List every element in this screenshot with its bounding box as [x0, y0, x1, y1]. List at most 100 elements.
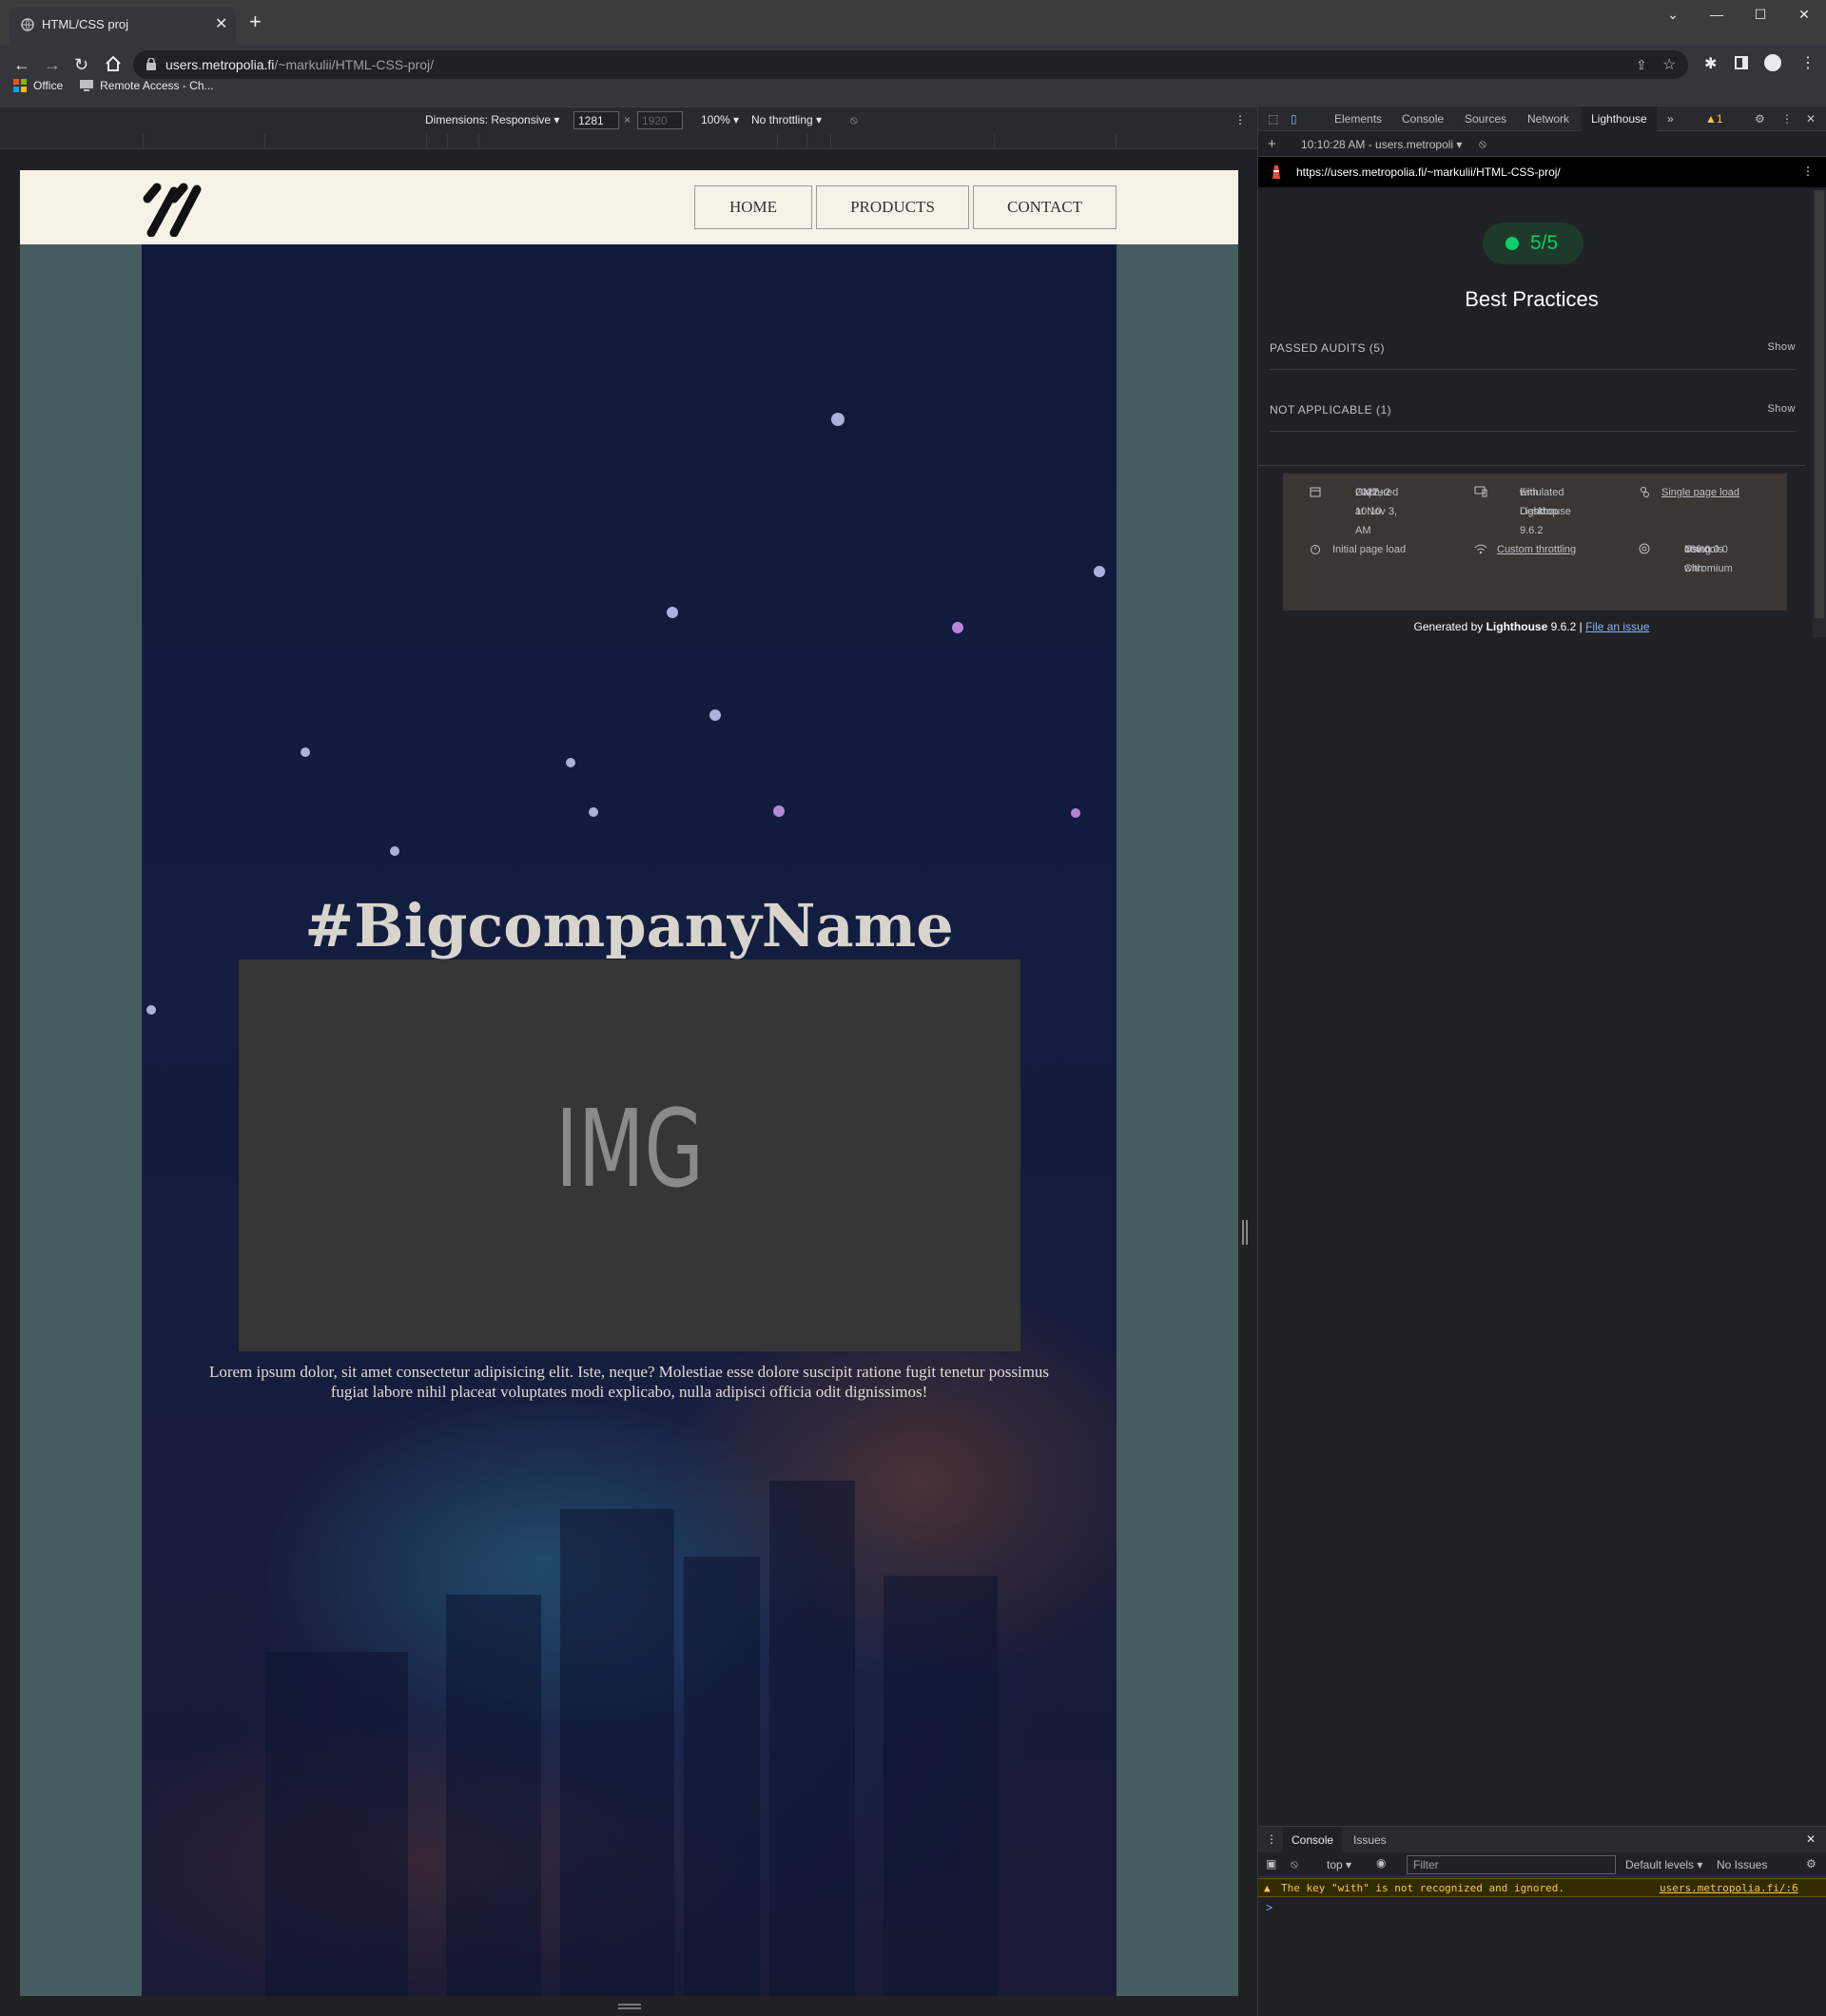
inspect-element-icon[interactable]: ⬚	[1268, 112, 1278, 126]
bookmark-label: Remote Access - Ch...	[100, 79, 214, 92]
bookmark-office[interactable]: Office	[13, 79, 63, 92]
drawer-tab-issues[interactable]: Issues	[1353, 1833, 1387, 1847]
viewport-resize-handle[interactable]	[618, 2004, 641, 2009]
profile-avatar-icon[interactable]	[1764, 54, 1781, 71]
file-issue-link[interactable]: File an issue	[1585, 620, 1649, 633]
console-drawer: ⋮ Console Issues ✕ ▣ ⦸ top ▾ ◉ Filter De…	[1258, 1826, 1826, 2016]
bookmark-remote-access[interactable]: Remote Access - Ch...	[80, 79, 214, 92]
devtools-tab-bar: ⬚ ▯ Elements Console Sources Network Lig…	[1258, 107, 1826, 131]
run-metadata-box: Captured at Nov 3, 2022, 10:10 AM GMT+2 Em…	[1283, 474, 1787, 611]
warning-triangle-icon: ▲	[1264, 1882, 1271, 1894]
microsoft-icon	[13, 79, 27, 92]
passed-audits-group[interactable]: PASSED AUDITS (5) Show	[1270, 326, 1796, 370]
browser-title-bar: HTML/CSS proj ✕ + ⌄ — ☐ ✕	[0, 0, 1826, 45]
show-button[interactable]: Show	[1767, 341, 1796, 353]
extensions-icon[interactable]: ✱	[1704, 54, 1717, 73]
viewport-width-handle[interactable]	[1242, 1220, 1248, 1245]
tab-elements[interactable]: Elements	[1334, 112, 1382, 126]
calendar-icon	[1310, 487, 1321, 497]
hero-section: #BigcompanyName IMG Lorem ipsum dolor, s…	[142, 244, 1117, 1996]
devtools-panel: ⬚ ▯ Elements Console Sources Network Lig…	[1257, 107, 1826, 2016]
times-sign: ×	[624, 113, 631, 126]
scrollbar-thumb[interactable]	[1815, 190, 1824, 618]
live-expression-eye-icon[interactable]: ◉	[1376, 1856, 1386, 1870]
more-tabs-icon[interactable]: »	[1667, 112, 1674, 126]
clear-console-icon[interactable]: ⦸	[1291, 1857, 1298, 1871]
image-placeholder: IMG	[239, 960, 1020, 1351]
bookmark-star-icon[interactable]: ☆	[1662, 55, 1676, 74]
new-report-icon[interactable]: +	[1268, 136, 1276, 152]
close-window-icon[interactable]: ✕	[1782, 0, 1826, 29]
report-url[interactable]: https://users.metropolia.fi/~markulii/HT…	[1296, 165, 1561, 179]
nav-home-link[interactable]: HOME	[694, 185, 812, 229]
console-filter-input[interactable]: Filter	[1407, 1855, 1616, 1874]
report-menu-icon[interactable]: ⋮	[1802, 165, 1814, 178]
console-settings-gear-icon[interactable]: ⚙	[1806, 1857, 1816, 1871]
close-tab-icon[interactable]: ✕	[215, 14, 227, 33]
report-select[interactable]: 10:10:28 AM - users.metropoli ▾	[1301, 138, 1462, 151]
web-page: HOME PRODUCTS CONTACT #BigcompanyName IM…	[20, 170, 1238, 1996]
drawer-tab-bar: ⋮ Console Issues ✕	[1258, 1827, 1826, 1852]
drawer-tab-console[interactable]: Console	[1283, 1827, 1343, 1852]
share-icon[interactable]: ⇪	[1636, 57, 1647, 73]
not-applicable-group[interactable]: NOT APPLICABLE (1) Show	[1270, 388, 1796, 432]
url-host: users.metropolia.fi	[165, 57, 275, 72]
devtools-menu-icon[interactable]: ⋮	[1781, 112, 1793, 126]
settings-gear-icon[interactable]: ⚙	[1755, 112, 1765, 126]
user-icon	[1641, 487, 1649, 497]
tab-sources[interactable]: Sources	[1465, 112, 1506, 126]
timer-icon	[1311, 545, 1320, 554]
close-drawer-icon[interactable]: ✕	[1806, 1832, 1816, 1846]
minimize-icon[interactable]: —	[1695, 0, 1739, 29]
image-placeholder-label: IMG	[555, 1088, 704, 1212]
console-prompt[interactable]: >	[1266, 1901, 1272, 1914]
pass-dot-icon	[1505, 237, 1519, 250]
address-bar[interactable]: users.metropolia.fi/~markulii/HTML-CSS-p…	[133, 50, 1688, 79]
context-select[interactable]: top ▾	[1327, 1858, 1351, 1871]
back-icon[interactable]: ←	[13, 56, 30, 73]
reload-icon[interactable]: ↻	[74, 56, 88, 73]
height-input[interactable]: 1920	[637, 111, 683, 129]
issues-counter[interactable]: No Issues	[1717, 1858, 1767, 1871]
rotate-icon[interactable]: ⦸	[850, 113, 858, 127]
site-header: HOME PRODUCTS CONTACT	[20, 170, 1238, 244]
new-tab-button[interactable]: +	[249, 11, 262, 32]
device-toolbar-toggle-icon[interactable]: ▯	[1291, 112, 1297, 126]
bookmarks-bar: Office Remote Access - Ch...	[13, 79, 214, 92]
media-query-bar[interactable]	[0, 132, 1257, 149]
report-scrollbar[interactable]	[1813, 190, 1826, 637]
show-button[interactable]: Show	[1767, 403, 1796, 415]
nav-products-link[interactable]: PRODUCTS	[816, 185, 969, 229]
browser-tab[interactable]: HTML/CSS proj ✕	[10, 7, 236, 45]
sidebar-toggle-icon[interactable]: ▣	[1266, 1857, 1276, 1871]
width-input[interactable]: 1281	[573, 111, 619, 129]
company-logo[interactable]	[142, 178, 203, 237]
tab-title: HTML/CSS proj	[42, 17, 129, 31]
close-devtools-icon[interactable]: ✕	[1806, 112, 1816, 126]
tab-search-icon[interactable]: ⌄	[1651, 0, 1695, 29]
side-panel-icon[interactable]	[1735, 56, 1748, 69]
browser-menu-icon[interactable]: ⋮	[1800, 53, 1816, 72]
tab-console[interactable]: Console	[1402, 112, 1444, 126]
drawer-menu-icon[interactable]: ⋮	[1266, 1832, 1277, 1846]
window-controls: ⌄ — ☐ ✕	[1651, 0, 1826, 29]
warnings-badge[interactable]: ▲1	[1705, 112, 1723, 126]
score-value: 5/5	[1530, 232, 1559, 254]
zoom-select[interactable]: 100% ▾	[701, 113, 739, 126]
throttling-select[interactable]: No throttling ▾	[751, 113, 822, 126]
home-icon[interactable]	[105, 55, 122, 72]
clear-reports-icon[interactable]: ⦸	[1479, 137, 1486, 151]
tab-network[interactable]: Network	[1527, 112, 1569, 126]
log-levels-select[interactable]: Default levels ▾	[1625, 1858, 1702, 1871]
device-toolbar-menu-icon[interactable]: ⋮	[1234, 113, 1246, 126]
url-text: users.metropolia.fi/~markulii/HTML-CSS-p…	[165, 57, 434, 72]
tab-lighthouse[interactable]: Lighthouse	[1582, 107, 1657, 131]
category-title: Best Practices	[1465, 287, 1599, 311]
warning-source-link[interactable]: users.metropolia.fi/:6	[1660, 1882, 1798, 1894]
emulated-viewport: HOME PRODUCTS CONTACT #BigcompanyName IM…	[0, 149, 1257, 2016]
maximize-icon[interactable]: ☐	[1739, 0, 1782, 29]
divider	[1258, 465, 1805, 466]
forward-icon[interactable]: →	[44, 56, 61, 73]
dimensions-select[interactable]: Dimensions: Responsive ▾	[425, 113, 559, 126]
nav-contact-link[interactable]: CONTACT	[973, 185, 1117, 229]
